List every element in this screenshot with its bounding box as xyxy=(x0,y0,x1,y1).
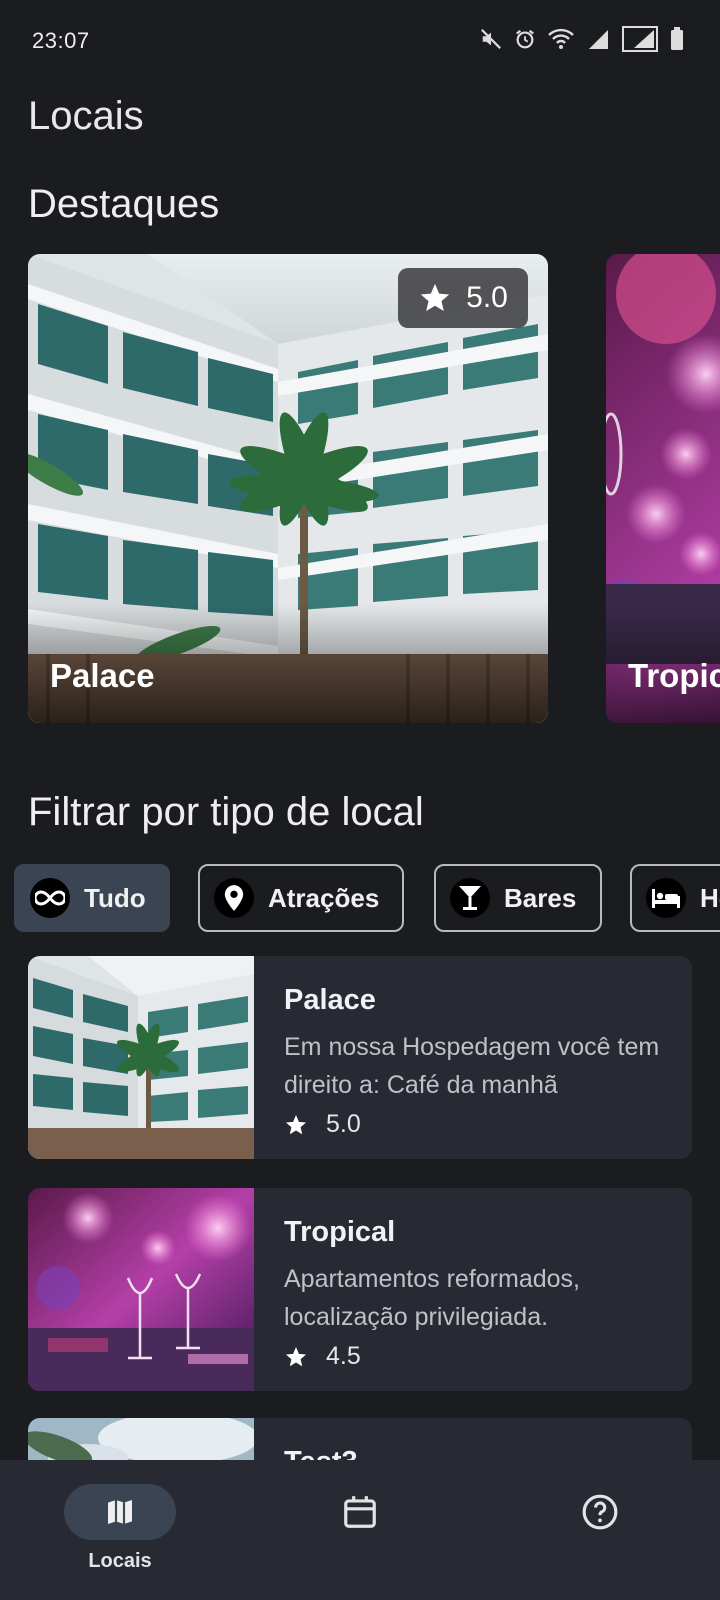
nav-item-help[interactable] xyxy=(520,1484,680,1540)
bottom-navigation: Locais xyxy=(0,1460,720,1600)
nav-pill xyxy=(544,1484,656,1540)
infinity-icon xyxy=(30,878,70,918)
mute-icon xyxy=(481,29,501,49)
list-item-title: Palace xyxy=(284,984,376,1016)
list-item-description: Apartamentos reformados, localização pri… xyxy=(284,1265,580,1331)
list-item-rating: 5.0 xyxy=(284,1110,361,1139)
rating-badge: 5.0 xyxy=(398,268,528,328)
rating-value: 5.0 xyxy=(466,281,508,314)
list-item-description: Em nossa Hospedagem você tem direito a: … xyxy=(284,1033,660,1099)
chip-bares[interactable]: Bares xyxy=(434,864,602,932)
status-bar: 23:07 xyxy=(0,0,720,80)
nav-label: Locais xyxy=(88,1550,152,1572)
nav-pill xyxy=(304,1484,416,1540)
page-title: Locais xyxy=(28,94,144,138)
list-item[interactable]: Tropical Apartamentos reformados, locali… xyxy=(28,1188,692,1391)
location-pin-icon xyxy=(214,878,254,918)
alarm-icon xyxy=(516,29,534,49)
signal-icon xyxy=(622,26,658,52)
chip-label: Atrações xyxy=(268,882,380,913)
list-item-image xyxy=(28,956,254,1159)
chip-label: Hotéis xyxy=(700,882,720,913)
nav-pill xyxy=(64,1484,176,1540)
list-item-title: Tropical xyxy=(284,1216,396,1248)
cocktail-icon xyxy=(450,878,490,918)
wifi-icon xyxy=(548,28,574,49)
featured-section-title: Destaques xyxy=(28,182,220,226)
rating-value: 4.5 xyxy=(326,1342,361,1370)
status-time: 23:07 xyxy=(32,28,90,53)
star-icon xyxy=(420,283,450,312)
map-icon xyxy=(108,1500,132,1524)
app-screen: 23:07 Locais Destaques 5.0 Palace Tropic… xyxy=(0,0,720,1600)
list-item-image xyxy=(28,1188,254,1391)
list-item-rating: 4.5 xyxy=(284,1342,361,1371)
filter-chips: Tudo Atrações Bares Hotéis xyxy=(14,864,720,932)
card-name: Tropical xyxy=(628,657,720,694)
chip-label: Bares xyxy=(504,882,577,913)
help-circle-icon xyxy=(582,1494,618,1530)
chip-atracoes[interactable]: Atrações xyxy=(198,864,404,932)
featured-card-tropical[interactable]: Tropical xyxy=(606,254,720,723)
card-name: Palace xyxy=(50,657,155,694)
signal-icon xyxy=(589,30,608,49)
bed-icon xyxy=(646,878,686,918)
star-icon xyxy=(286,1114,306,1134)
chip-label: Tudo xyxy=(84,882,146,913)
status-icons xyxy=(480,26,684,52)
list-item[interactable]: Palace Em nossa Hospedagem você tem dire… xyxy=(28,956,692,1159)
chip-hoteis[interactable]: Hotéis xyxy=(630,864,720,932)
nav-item-locais[interactable]: Locais xyxy=(40,1484,200,1573)
star-icon xyxy=(286,1346,306,1366)
rating-value: 5.0 xyxy=(326,1110,361,1138)
chip-tudo[interactable]: Tudo xyxy=(14,864,170,932)
nav-item-calendar[interactable] xyxy=(280,1484,440,1540)
calendar-icon xyxy=(344,1496,376,1528)
featured-card-palace[interactable]: 5.0 Palace xyxy=(28,254,548,723)
battery-icon xyxy=(671,27,683,50)
filter-section-title: Filtrar por tipo de local xyxy=(28,790,424,834)
